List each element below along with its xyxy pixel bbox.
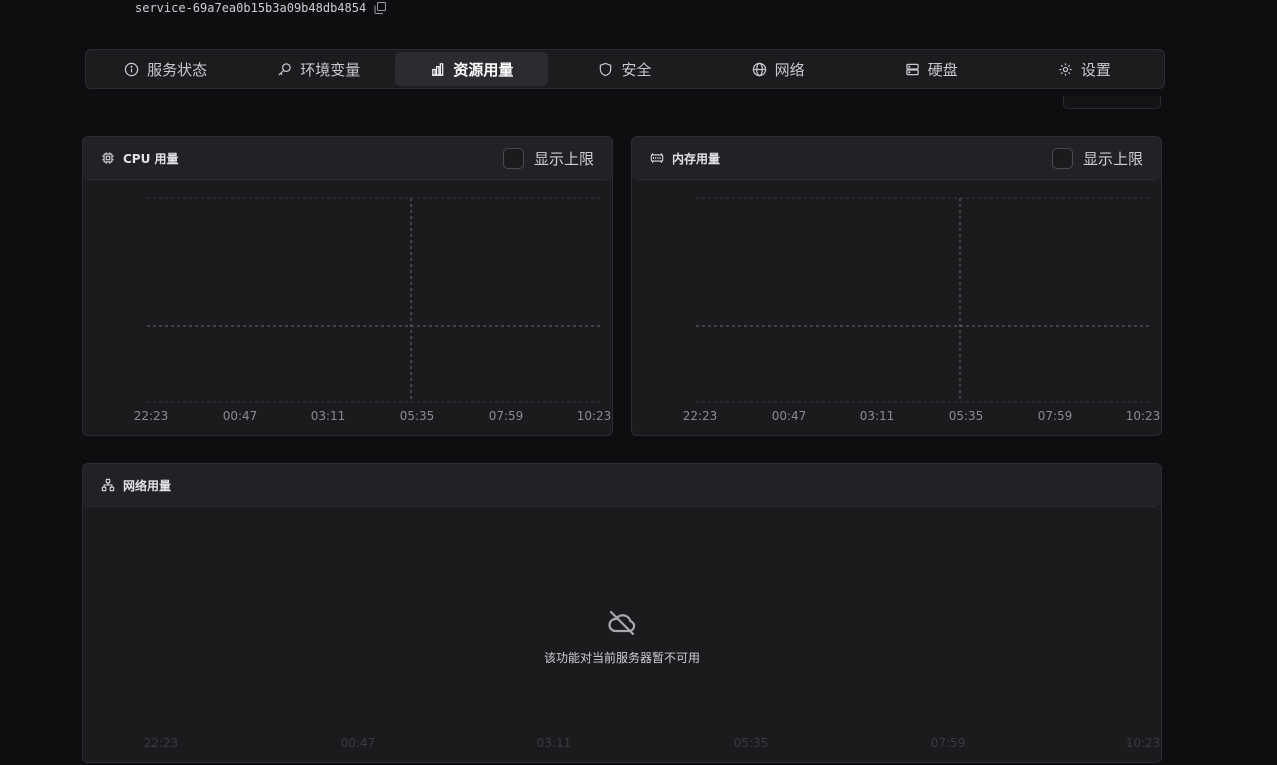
- tab-label: 设置: [1080, 60, 1111, 79]
- x-tick: 22:23: [134, 409, 169, 423]
- x-tick: 07:59: [489, 409, 524, 423]
- tab-label: 环境变量: [300, 60, 361, 79]
- tab-env-vars[interactable]: 环境变量: [242, 52, 395, 86]
- show-limit-label: 显示上限: [533, 149, 594, 168]
- x-tick: 00:47: [772, 409, 807, 423]
- show-limit-label: 显示上限: [1082, 149, 1143, 168]
- x-tick: 03:11: [860, 409, 895, 423]
- cpu-usage-card: CPU 用量 显示上限 22:23 00:47 03:11 05:35 07:5…: [82, 136, 613, 436]
- x-tick: 10:23: [1126, 409, 1161, 423]
- copy-icon[interactable]: [374, 2, 387, 14]
- card-title: 内存用量: [650, 150, 720, 167]
- service-id-text: service-69a7ea0b15b3a09b48db4854: [135, 1, 367, 15]
- service-id: service-69a7ea0b15b3a09b48db4854: [135, 0, 387, 16]
- cpu-chart: 22:23 00:47 03:11 05:35 07:59 10:23: [134, 197, 612, 423]
- shield-icon: [600, 62, 612, 76]
- card-header: CPU 用量 显示上限: [83, 137, 612, 179]
- show-limit-toggle[interactable]: 显示上限: [1051, 147, 1143, 169]
- x-tick: 10:23: [1126, 736, 1161, 750]
- globe-icon: [752, 62, 766, 76]
- tab-label: 服务状态: [147, 60, 208, 79]
- show-limit-checkbox[interactable]: [1051, 147, 1073, 169]
- tab-bar: 服务状态 环境变量 资源用量 安全 网络 硬盘 设置: [85, 49, 1165, 89]
- card-header: 内存用量 显示上限: [632, 137, 1161, 179]
- network-usage-card: 网络用量 22:23 00:47 03:11 05:35 07:59 10:23…: [82, 463, 1162, 763]
- x-tick: 05:35: [734, 736, 769, 750]
- tab-disk[interactable]: 硬盘: [855, 52, 1008, 86]
- x-tick: 00:47: [341, 736, 376, 750]
- memory-usage-card: 内存用量 显示上限 22:23 00:47 03:11 05:35 07:59 …: [631, 136, 1162, 436]
- tab-settings[interactable]: 设置: [1008, 52, 1161, 86]
- x-tick: 05:35: [400, 409, 435, 423]
- memory-title: 内存用量: [672, 151, 721, 166]
- memory-icon: [650, 153, 664, 163]
- card-title: CPU 用量: [101, 150, 179, 167]
- network-icon: [101, 478, 115, 492]
- server-icon: [906, 63, 919, 75]
- memory-chart: 22:23 00:47 03:11 05:35 07:59 10:23: [683, 197, 1161, 423]
- card-header: 网络用量: [83, 464, 1161, 506]
- x-tick: 03:11: [311, 409, 346, 423]
- unavailable-text: 该功能对当前服务器暂不可用: [543, 651, 700, 665]
- x-tick: 05:35: [949, 409, 984, 423]
- x-tick: 10:23: [577, 409, 612, 423]
- key-icon: [278, 62, 291, 76]
- x-tick: 07:59: [931, 736, 966, 750]
- cpu-chart-area: 22:23 00:47 03:11 05:35 07:59 10:23: [85, 179, 612, 433]
- show-limit-checkbox[interactable]: [502, 147, 524, 169]
- gear-icon: [1059, 62, 1072, 76]
- x-tick: 00:47: [223, 409, 258, 423]
- cloud-off-icon: [608, 610, 636, 636]
- tab-network[interactable]: 网络: [702, 52, 855, 86]
- unavailable-notice: 该功能对当前服务器暂不可用: [85, 607, 1159, 666]
- time-range-selector[interactable]: [1063, 96, 1161, 109]
- cpu-title: CPU 用量: [123, 151, 179, 166]
- tab-label: 硬盘: [927, 60, 958, 79]
- card-title: 网络用量: [101, 477, 171, 494]
- tab-label: 网络: [774, 60, 805, 79]
- network-title: 网络用量: [123, 478, 172, 493]
- tab-service-status[interactable]: 服务状态: [89, 52, 242, 86]
- info-icon: [124, 62, 139, 76]
- tab-resource-usage[interactable]: 资源用量: [395, 52, 549, 86]
- show-limit-toggle[interactable]: 显示上限: [502, 147, 594, 169]
- bar-chart-icon: [432, 62, 444, 76]
- network-chart-area: 22:23 00:47 03:11 05:35 07:59 10:23 该功能对…: [85, 506, 1161, 760]
- tab-label: 安全: [621, 60, 652, 79]
- x-tick: 22:23: [683, 409, 718, 423]
- tab-security[interactable]: 安全: [548, 52, 701, 86]
- x-tick: 07:59: [1038, 409, 1073, 423]
- x-tick: 03:11: [537, 736, 572, 750]
- x-tick: 22:23: [144, 736, 179, 750]
- memory-chart-area: 22:23 00:47 03:11 05:35 07:59 10:23: [634, 179, 1161, 433]
- tab-label: 资源用量: [453, 60, 514, 79]
- cpu-icon: [102, 152, 114, 164]
